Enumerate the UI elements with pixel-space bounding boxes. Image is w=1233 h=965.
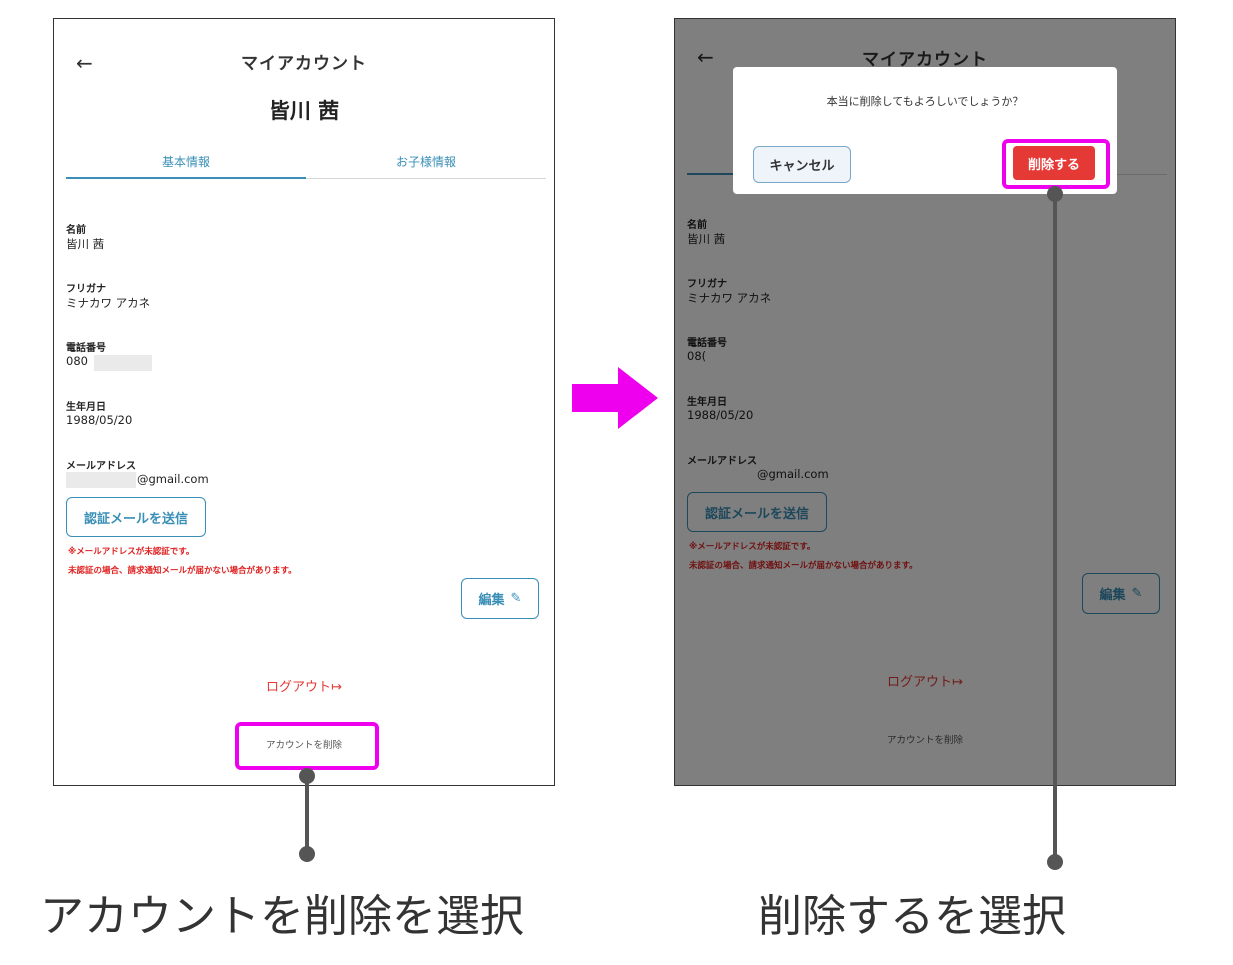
- logout-label: ログアウト: [266, 680, 332, 695]
- active-tab-indicator: [66, 177, 306, 179]
- account-screen-dialog: ← マイアカウント 名前 皆川 茜 フリガナ ミナカワ アカネ 電話番号 08(…: [674, 18, 1176, 786]
- birthdate-value: 1988/05/20: [66, 413, 133, 427]
- notification-warning: 未認証の場合、請求通知メールが届かない場合があります。: [68, 566, 297, 576]
- email-value: @gmail.com: [137, 472, 209, 486]
- email-redaction: [66, 472, 136, 488]
- page-title: マイアカウント: [241, 54, 367, 74]
- birthdate-label: 生年月日: [66, 402, 106, 413]
- phone-label: 電話番号: [66, 343, 106, 354]
- right-leader-line: [1053, 194, 1057, 862]
- pencil-icon: ✎: [510, 591, 522, 606]
- name-label: 名前: [66, 225, 86, 236]
- caption-right: 削除するを選択: [758, 891, 1066, 942]
- edit-button[interactable]: 編集 ✎: [461, 578, 539, 619]
- left-leader-line: [305, 776, 309, 854]
- kana-label: フリガナ: [66, 284, 106, 295]
- tab-bar: 基本情報 お子様情報: [66, 151, 546, 179]
- logout-icon: ↦: [331, 680, 342, 695]
- edit-button-label: 編集: [478, 593, 505, 608]
- tab-child-info[interactable]: お子様情報: [306, 153, 546, 170]
- confirm-delete-highlight: [1002, 139, 1110, 189]
- left-leader-bottom-dot: [299, 846, 315, 862]
- kana-value: ミナカワ アカネ: [66, 296, 151, 310]
- delete-account-highlight: [235, 722, 379, 770]
- phone-value: 080: [66, 354, 88, 368]
- phone-redaction: [94, 355, 152, 371]
- cancel-button[interactable]: キャンセル: [753, 146, 851, 183]
- email-label: メールアドレス: [66, 461, 136, 472]
- transition-arrow-icon: [618, 367, 658, 429]
- send-verification-email-button[interactable]: 認証メールを送信: [66, 497, 206, 537]
- email-unverified-warning: ※メールアドレスが未認証です。: [68, 547, 195, 557]
- transition-arrow-shaft: [572, 384, 620, 412]
- user-name-heading: 皆川 茜: [268, 99, 340, 123]
- account-screen-before: ← マイアカウント 皆川 茜 基本情報 お子様情報 名前 皆川 茜 フリガナ ミ…: [53, 18, 555, 786]
- logout-link[interactable]: ログアウト↦: [54, 676, 554, 695]
- dialog-message: 本当に削除してもよろしいでしょうか？: [826, 95, 1024, 108]
- right-leader-bottom-dot: [1047, 854, 1063, 870]
- tab-basic-info[interactable]: 基本情報: [66, 153, 306, 170]
- caption-left: アカウントを削除を選択: [40, 891, 524, 942]
- name-value: 皆川 茜: [66, 237, 105, 251]
